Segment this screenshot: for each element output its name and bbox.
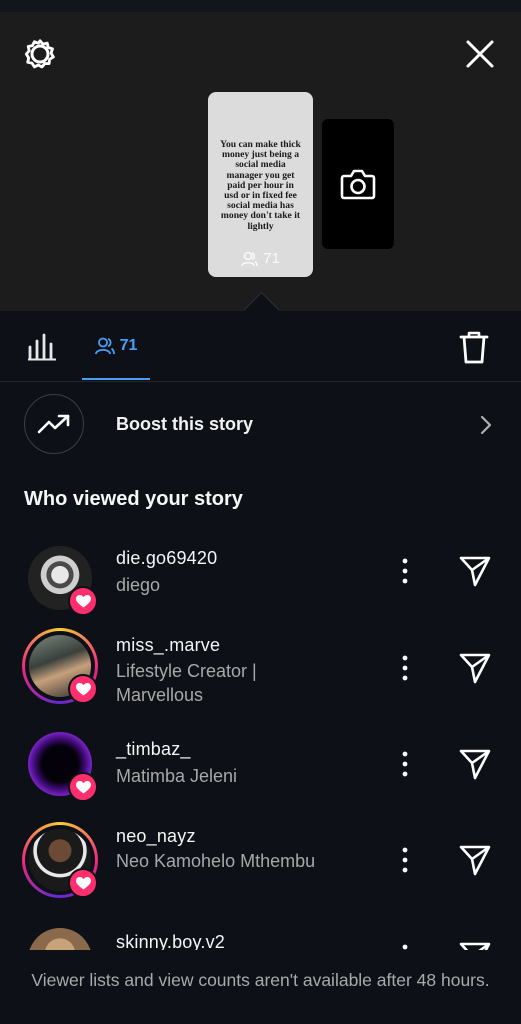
send-message-icon[interactable] xyxy=(458,554,492,588)
viewer-list-notice: Viewer lists and view counts aren't avai… xyxy=(0,950,521,1024)
more-options-icon[interactable] xyxy=(395,653,415,683)
viewer-row[interactable]: miss_.marve Lifestyle Creator | Marvello… xyxy=(0,626,521,706)
avatar[interactable] xyxy=(22,726,98,802)
viewers-icon xyxy=(94,337,115,355)
boost-icon-circle xyxy=(24,394,84,454)
camera-icon xyxy=(340,169,376,200)
more-options-icon[interactable] xyxy=(395,556,415,586)
liked-heart-icon xyxy=(68,674,98,704)
story-thumbnail[interactable]: You can make thick money just being a so… xyxy=(208,92,313,277)
chevron-right-icon xyxy=(480,415,492,435)
viewer-username: die.go69420 xyxy=(116,548,218,568)
viewer-fullname: Matimba Jeleni xyxy=(116,766,238,786)
liked-heart-icon xyxy=(68,586,98,616)
viewer-fullname: Neo Kamohelo Mthembu xyxy=(116,851,316,871)
liked-heart-icon xyxy=(68,868,98,898)
story-view-count-value: 71 xyxy=(263,250,280,267)
viewer-username: neo_nayz xyxy=(116,826,196,846)
tab-insights[interactable] xyxy=(27,331,65,363)
tab-viewers[interactable]: 71 xyxy=(82,311,150,381)
story-tabs: 71 xyxy=(0,311,521,382)
viewer-fullname: Lifestyle Creator | Marvellous xyxy=(116,661,257,705)
trash-icon xyxy=(459,331,489,364)
viewers-section-title: Who viewed your story xyxy=(24,488,243,510)
avatar[interactable] xyxy=(22,822,98,898)
viewer-row[interactable]: neo_nayz Neo Kamohelo Mthembu xyxy=(0,818,521,898)
viewer-username: _timbaz_ xyxy=(116,739,191,759)
more-options-icon[interactable] xyxy=(395,845,415,875)
viewers-count: 71 xyxy=(119,337,138,354)
viewer-list-notice-text: Viewer lists and view counts aren't avai… xyxy=(31,970,490,990)
viewer-fullname: diego xyxy=(116,575,161,595)
viewer-row[interactable]: die.go69420 diego xyxy=(0,536,521,616)
settings-icon[interactable] xyxy=(22,36,58,72)
story-view-count: 71 xyxy=(208,250,313,267)
status-bar xyxy=(0,0,521,12)
add-story-card[interactable] xyxy=(322,119,394,249)
trending-up-icon xyxy=(37,414,70,434)
avatar[interactable] xyxy=(22,540,98,616)
bar-chart-icon xyxy=(28,333,56,361)
viewer-row[interactable]: _timbaz_ Matimba Jeleni xyxy=(0,724,521,804)
viewer-username: miss_.marve xyxy=(116,635,221,655)
delete-story-button[interactable] xyxy=(458,329,490,365)
avatar[interactable] xyxy=(22,628,98,704)
send-message-icon[interactable] xyxy=(458,651,492,685)
liked-heart-icon xyxy=(68,772,98,802)
boost-story-label: Boost this story xyxy=(116,414,254,434)
viewers-icon xyxy=(241,251,258,266)
close-icon[interactable] xyxy=(462,36,498,72)
boost-story-row[interactable]: Boost this story xyxy=(0,390,521,464)
story-text: You can make thick money just being a so… xyxy=(220,139,301,232)
send-message-icon[interactable] xyxy=(458,843,492,877)
active-tab-indicator xyxy=(82,378,150,380)
send-message-icon[interactable] xyxy=(458,747,492,781)
more-options-icon[interactable] xyxy=(395,749,415,779)
